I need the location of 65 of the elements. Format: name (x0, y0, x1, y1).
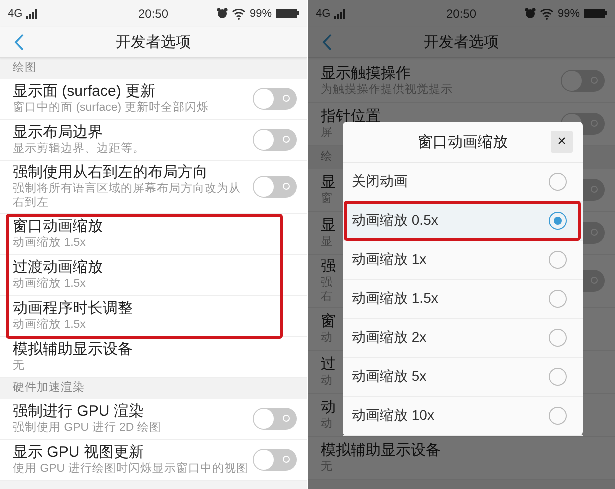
signal-icon (26, 8, 37, 18)
setting-title: 显示布局边界 (13, 124, 103, 142)
radio-button[interactable] (549, 290, 567, 308)
setting-description: 窗口中的面 (surface) 更新时全部闪烁 (13, 101, 209, 115)
setting-title: 强制使用从右到左的布局方向 (13, 164, 208, 182)
setting-description: 无 (13, 359, 25, 373)
toggle-switch[interactable] (253, 129, 297, 151)
radio-button[interactable] (549, 212, 567, 230)
option-label[interactable]: 动画缩放 1x (352, 251, 549, 269)
radio-button[interactable] (549, 329, 567, 347)
option-label[interactable]: 动画缩放 1.5x (352, 290, 549, 308)
status-time: 20:50 (446, 6, 477, 20)
setting-description: 使用 GPU 进行绘图时闪烁显示窗口中的视图 (13, 462, 248, 476)
setting-title: 强制进行 GPU 渲染 (13, 403, 144, 421)
battery-icon (276, 9, 299, 18)
setting-description: 强制将所有语言区域的屏幕布局方向改为从右到左 (13, 182, 242, 210)
setting-description: 动画缩放 1.5x (13, 236, 86, 250)
network-label: 4G (316, 8, 331, 20)
radio-button[interactable] (549, 368, 567, 386)
setting-description: 强制使用 GPU 进行 2D 绘图 (13, 421, 162, 435)
toggle-switch[interactable] (253, 88, 297, 110)
setting-title: 模拟辅助显示设备 (13, 341, 133, 359)
setting-title: 窗 (321, 313, 336, 331)
setting-description: 动画缩放 1.5x (13, 277, 86, 291)
option-label[interactable]: 动画缩放 2x (352, 329, 549, 347)
toggle-switch[interactable] (253, 449, 297, 471)
radio-button[interactable] (549, 173, 567, 191)
alarm-icon (524, 8, 536, 19)
radio-button[interactable] (549, 251, 567, 269)
battery-icon (584, 9, 607, 18)
setting-title: 显示触摸操作 (321, 65, 411, 83)
wifi-icon (540, 8, 554, 20)
option-label[interactable]: 动画缩放 10x (352, 407, 549, 425)
setting-title: 过渡动画缩放 (13, 259, 103, 277)
setting-title: 动 (321, 399, 336, 417)
setting-title: 显 (321, 217, 336, 235)
battery-label: 99% (250, 8, 272, 20)
setting-title: 模拟辅助显示设备 (321, 442, 441, 460)
setting-title: 动画程序时长调整 (13, 300, 133, 318)
setting-title: 显示面 (surface) 更新 (13, 83, 156, 101)
screen-title: 开发者选项 (424, 32, 499, 52)
setting-title: 强 (321, 258, 336, 276)
setting-title: 显 (321, 174, 336, 192)
screen-title: 开发者选项 (116, 32, 191, 52)
setting-title: 窗口动画缩放 (13, 218, 103, 236)
back-icon[interactable] (14, 34, 25, 51)
back-icon[interactable] (322, 34, 333, 51)
radio-button[interactable] (549, 407, 567, 425)
alarm-icon (216, 8, 228, 19)
status-time: 20:50 (138, 6, 169, 20)
close-button[interactable]: × (551, 131, 573, 153)
setting-description: 显示剪辑边界、边距等。 (13, 142, 145, 156)
setting-description: 动画缩放 1.5x (13, 318, 86, 332)
toggle-switch[interactable] (561, 70, 605, 92)
wifi-icon (232, 8, 246, 20)
setting-title: 指针位置 (321, 108, 381, 126)
setting-title: 显示 GPU 视图更新 (13, 444, 144, 462)
battery-label: 99% (558, 8, 580, 20)
signal-icon (334, 8, 345, 18)
toggle-switch[interactable] (253, 408, 297, 430)
setting-title: 过 (321, 356, 336, 374)
network-label: 4G (8, 8, 23, 20)
toggle-switch[interactable] (253, 176, 297, 198)
option-label[interactable]: 动画缩放 5x (352, 368, 549, 386)
option-label[interactable]: 关闭动画 (352, 173, 549, 191)
